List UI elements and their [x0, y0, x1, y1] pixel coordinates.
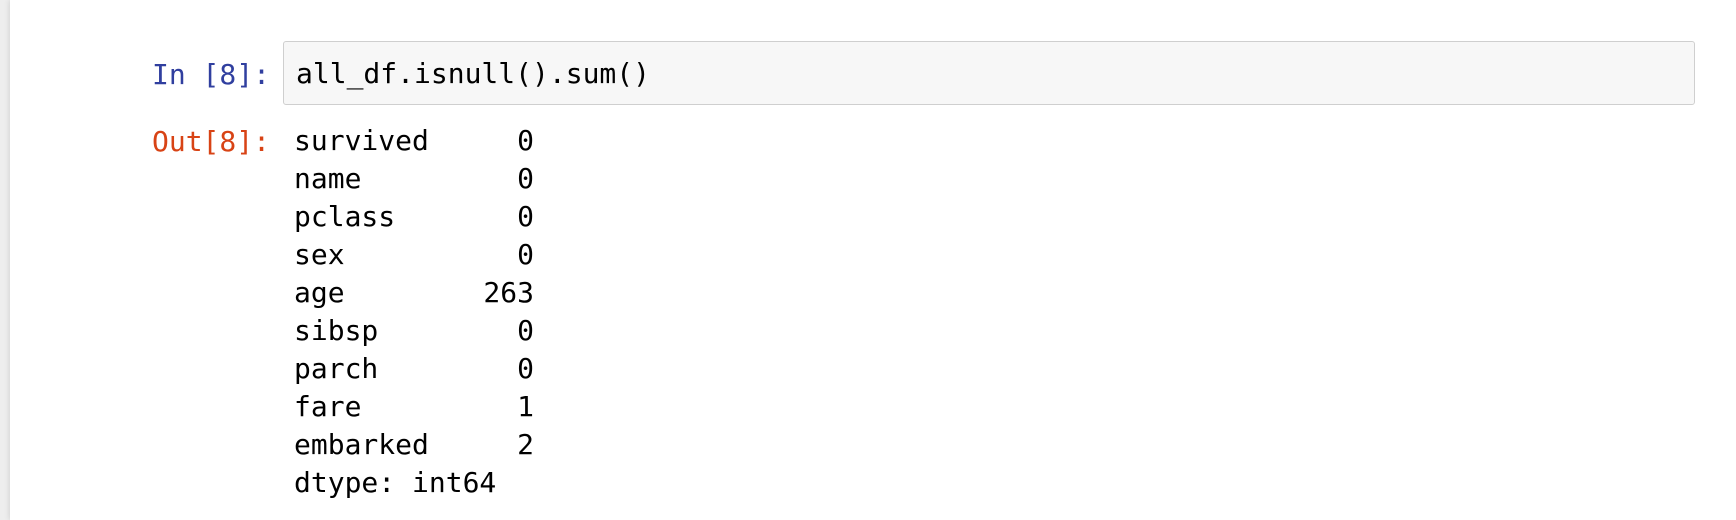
output-row: embarked 2	[294, 426, 1694, 464]
output-row-name: sex	[294, 238, 345, 271]
input-prompt: In [8]:	[151, 58, 270, 91]
output-row: pclass 0	[294, 198, 1694, 236]
output-area: survived 0 name 0 pclass 0 sex 0 age 263…	[294, 122, 1694, 512]
output-row: age 263	[294, 274, 1694, 312]
output-row-value: 0	[517, 352, 534, 385]
page-background: In [8]: all_df.isnull().sum() Out[8]: su…	[0, 0, 1736, 520]
output-row-name: embarked	[294, 428, 429, 461]
output-row-value: 0	[517, 238, 534, 271]
output-row: fare 1	[294, 388, 1694, 426]
code-cell[interactable]: In [8]: all_df.isnull().sum() Out[8]: su…	[10, 0, 1736, 520]
code-input-area[interactable]: all_df.isnull().sum()	[283, 41, 1695, 105]
output-row-name: sibsp	[294, 314, 379, 347]
output-row: name 0	[294, 160, 1694, 198]
output-prompt: Out[8]:	[151, 125, 270, 158]
output-row-name: name	[294, 162, 362, 195]
output-row-value: 2	[517, 428, 534, 461]
output-row: parch 0	[294, 350, 1694, 388]
code-text[interactable]: all_df.isnull().sum()	[296, 54, 650, 94]
output-row-name: pclass	[294, 200, 396, 233]
output-row-value: 1	[517, 390, 534, 423]
output-row: survived 0	[294, 122, 1694, 160]
output-row-value: 263	[483, 276, 534, 309]
output-row: sex 0	[294, 236, 1694, 274]
output-row-name: age	[294, 276, 345, 309]
output-row-value: 0	[517, 162, 534, 195]
output-row: sibsp 0	[294, 312, 1694, 350]
output-row-name: fare	[294, 390, 362, 423]
output-dtype: dtype: int64	[294, 466, 497, 499]
output-row-value: 0	[517, 124, 534, 157]
notebook-container: In [8]: all_df.isnull().sum() Out[8]: su…	[10, 0, 1736, 520]
output-row-name: parch	[294, 352, 379, 385]
output-row-name: survived	[294, 124, 429, 157]
output-row-value: 0	[517, 200, 534, 233]
output-row-value: 0	[517, 314, 534, 347]
